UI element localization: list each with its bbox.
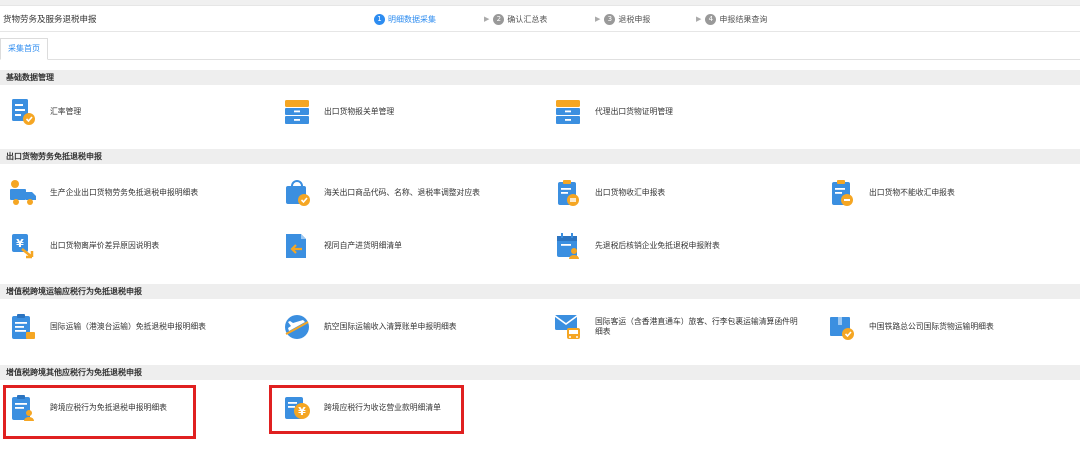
mail-bus-icon <box>553 312 583 342</box>
item-self-produced-purchase[interactable]: 视同自产进货明细清单 <box>282 230 402 262</box>
item-air-transport-settlement[interactable]: 航空国际运输收入清算账单申报明细表 <box>282 311 457 343</box>
clipboard-list-icon <box>8 312 38 342</box>
step-2-number: 2 <box>493 13 505 25</box>
filing-cabinet-icon <box>553 97 583 127</box>
item-passenger-transport[interactable]: 国际客运（含香港直通车）旅客、行李包裹运输清算函件明细表 <box>553 311 805 343</box>
item-customs-declaration[interactable]: 出口货物报关单管理 <box>282 96 394 128</box>
tab-collection-home[interactable]: 采集首页 <box>0 38 48 60</box>
item-label: 海关出口商品代码、名称、退税率调整对应表 <box>324 188 480 197</box>
item-label: 生产企业出口货物劳务免抵退税申报明细表 <box>50 188 199 197</box>
item-label: 出口货物不能收汇申报表 <box>869 188 955 197</box>
item-label: 出口货物离岸价差异原因说明表 <box>50 241 160 250</box>
step-1[interactable]: 1 明细数据采集 <box>374 12 436 26</box>
item-label: 代理出口货物证明管理 <box>595 107 673 116</box>
item-international-transport[interactable]: 国际运输（港澳台运输）免抵退税申报明细表 <box>8 311 206 343</box>
highlight-box <box>269 385 464 434</box>
item-refund-before-writeoff[interactable]: 先退税后核销企业免抵退税申报附表 <box>553 230 720 262</box>
delivery-truck-icon <box>8 178 38 208</box>
step-3[interactable]: ▶ 3 退税申报 <box>595 12 650 26</box>
step-3-label: 退税申报 <box>618 14 651 24</box>
section-header-export-refund: 出口货物劳务免抵退税申报 <box>0 149 1080 164</box>
airplane-icon <box>282 312 312 342</box>
step-arrow-icon: ▶ <box>484 15 490 23</box>
calendar-user-icon <box>553 231 583 261</box>
item-producer-refund-detail[interactable]: 生产企业出口货物劳务免抵退税申报明细表 <box>8 177 198 209</box>
item-label: 出口货物收汇申报表 <box>595 188 666 197</box>
item-export-no-collection[interactable]: 出口货物不能收汇申报表 <box>827 177 955 209</box>
item-label: 中国铁路总公司国际货物运输明细表 <box>869 322 994 331</box>
filing-cabinet-icon <box>282 97 312 127</box>
item-export-collection[interactable]: 出口货物收汇申报表 <box>553 177 665 209</box>
tab-bar: 采集首页 <box>0 33 1080 60</box>
step-arrow-icon: ▶ <box>696 15 702 23</box>
step-4-label: 申报结果查询 <box>719 14 768 24</box>
item-label: 先退税后核销企业免抵退税申报附表 <box>595 241 720 250</box>
section-header-transport-refund: 增值税跨境运输应税行为免抵退税申报 <box>0 284 1080 299</box>
step-2-label: 确认汇总表 <box>507 14 548 24</box>
item-label: 汇率管理 <box>50 107 82 116</box>
item-label: 视同自产进货明细清单 <box>324 241 402 250</box>
package-check-icon <box>827 312 857 342</box>
item-fob-difference[interactable]: ¥ 出口货物离岸价差异原因说明表 <box>8 230 159 262</box>
step-4-number: 4 <box>705 13 717 25</box>
section-header-basic-data: 基础数据管理 <box>0 70 1080 85</box>
step-4[interactable]: ▶ 4 申报结果查询 <box>696 12 767 26</box>
yen-arrow-icon: ¥ <box>8 231 38 261</box>
step-indicator: 1 明细数据采集 ▶ 2 确认汇总表 ▶ 3 退税申报 ▶ 4 申报结果查询 <box>0 12 1080 26</box>
item-label: 国际运输（港澳台运输）免抵退税申报明细表 <box>50 322 206 331</box>
item-label: 国际客运（含香港直通车）旅客、行李包裹运输清算函件明细表 <box>595 317 798 336</box>
page-header: 货物劳务及服务退税申报 1 明细数据采集 ▶ 2 确认汇总表 ▶ 3 退税申报 … <box>0 6 1080 32</box>
item-label: 出口货物报关单管理 <box>324 107 395 116</box>
step-1-number: 1 <box>374 13 385 25</box>
item-label: 航空国际运输收入清算账单申报明细表 <box>324 322 457 331</box>
step-3-number: 3 <box>604 13 616 25</box>
document-return-icon <box>282 231 312 261</box>
step-2[interactable]: ▶ 2 确认汇总表 <box>484 12 547 26</box>
svg-text:¥: ¥ <box>16 237 24 250</box>
step-arrow-icon: ▶ <box>595 15 601 23</box>
highlight-box <box>3 385 196 439</box>
step-1-label: 明细数据采集 <box>388 14 436 24</box>
item-customs-code-mapping[interactable]: 海关出口商品代码、名称、退税率调整对应表 <box>282 177 480 209</box>
section-header-other-crossborder: 增值税跨境其他应税行为免抵退税申报 <box>0 365 1080 380</box>
item-agent-export-certificate[interactable]: 代理出口货物证明管理 <box>553 96 673 128</box>
clipboard-exchange-icon <box>553 178 583 208</box>
item-railway-freight[interactable]: 中国铁路总公司国际货物运输明细表 <box>827 311 994 343</box>
shopping-bag-icon <box>282 178 312 208</box>
document-edit-icon <box>8 97 38 127</box>
item-exchange-rate[interactable]: 汇率管理 <box>8 96 81 128</box>
clipboard-minus-icon <box>827 178 857 208</box>
